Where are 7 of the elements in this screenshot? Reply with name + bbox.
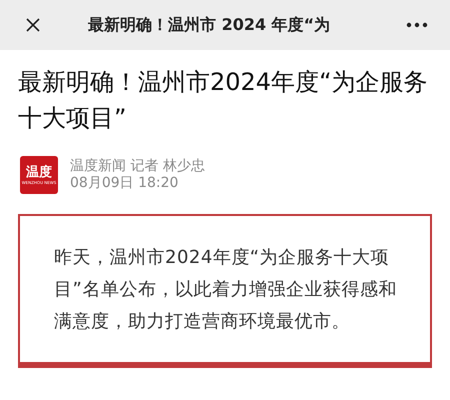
summary-text: 昨天，温州市2024年度“为企服务十大项目”名单公布，以此着力增强企业获得感和满意度，助力打造营商环境最优市。 — [54, 246, 398, 334]
article-headline: 最新明确！温州市2024年度“为企服务十大项目” — [17, 67, 429, 134]
byline[interactable]: 温度新闻 记者 林少忠 — [70, 158, 205, 175]
more-icon[interactable] — [406, 22, 428, 28]
close-icon[interactable] — [25, 17, 41, 33]
publish-time: 08月09日 18:20 — [70, 175, 180, 192]
page-title: 最新明确！温州市 2024 年度“为 — [88, 14, 330, 36]
